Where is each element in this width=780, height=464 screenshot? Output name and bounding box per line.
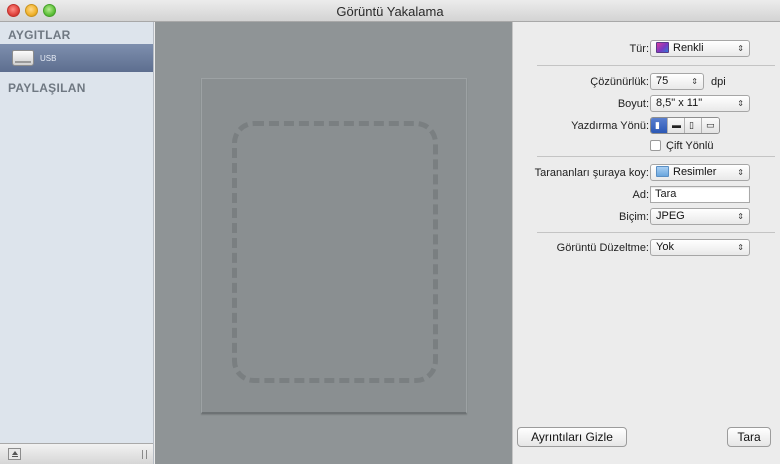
- correction-row: Görüntü Düzeltme: Yok ⇕: [513, 239, 780, 257]
- eject-icon[interactable]: [8, 448, 21, 460]
- orientation-label: Yazdırma Yönü:: [571, 120, 649, 132]
- preview-paper: [201, 78, 467, 414]
- resolution-row: Çözünürlük: 75 ⇕ dpi: [513, 73, 780, 91]
- folder-icon: [656, 166, 669, 177]
- divider: [537, 232, 775, 233]
- resolution-combobox[interactable]: 75 ⇕: [650, 73, 704, 90]
- destination-value: Resimler: [673, 166, 717, 178]
- divider: [537, 65, 775, 66]
- image-capture-window: Görüntü Yakalama AYGITLAR USB PAYLAŞILAN…: [0, 0, 780, 464]
- correction-value: Yok: [656, 241, 674, 253]
- device-label: USB: [40, 54, 57, 63]
- format-popup[interactable]: JPEG ⇕: [650, 208, 750, 225]
- size-row: Boyut: 8,5" x 11" ⇕: [513, 95, 780, 113]
- duplex-label: Çift Yönlü: [666, 140, 714, 152]
- scan-area-placeholder: [232, 121, 438, 383]
- duplex-row: Çift Yönlü: [513, 138, 780, 156]
- duplex-checkbox[interactable]: [650, 140, 661, 151]
- orientation-segmented-control: ▮ ▬ ▯ ▭: [650, 117, 720, 134]
- popup-arrow-icon: ⇕: [737, 99, 744, 108]
- title-bar: Görüntü Yakalama: [0, 0, 780, 22]
- name-field[interactable]: Tara: [650, 186, 750, 203]
- format-row: Biçim: JPEG ⇕: [513, 208, 780, 226]
- resolution-label: Çözünürlük:: [590, 76, 649, 88]
- name-row: Ad: Tara: [513, 186, 780, 204]
- size-value: 8,5" x 11": [656, 97, 703, 109]
- usb-drive-icon: [12, 50, 34, 66]
- color-icon: [656, 42, 669, 53]
- correction-popup[interactable]: Yok ⇕: [650, 239, 750, 256]
- popup-arrow-icon: ⇕: [737, 212, 744, 221]
- popup-arrow-icon: ⇕: [737, 44, 744, 53]
- format-label: Biçim:: [619, 211, 649, 223]
- popup-arrow-icon: ⇕: [737, 243, 744, 252]
- type-row: Tür: Renkli ⇕: [513, 40, 780, 58]
- resolution-value: 75: [656, 75, 669, 87]
- type-popup[interactable]: Renkli ⇕: [650, 40, 750, 57]
- portrait-icon[interactable]: ▮: [651, 118, 668, 133]
- size-popup[interactable]: 8,5" x 11" ⇕: [650, 95, 750, 112]
- popup-arrow-icon: ⇕: [691, 77, 698, 86]
- shared-header: PAYLAŞILAN: [8, 81, 86, 95]
- divider: [537, 156, 775, 157]
- landscape-left-icon[interactable]: ▬: [668, 118, 685, 133]
- scan-preview-area: [155, 22, 512, 464]
- format-value: JPEG: [656, 210, 685, 222]
- sidebar-item-usb-device[interactable]: USB: [0, 44, 153, 72]
- type-value: Renkli: [673, 42, 704, 54]
- landscape-right-icon[interactable]: ▭: [702, 118, 719, 133]
- window-title: Görüntü Yakalama: [336, 4, 444, 19]
- resize-grip-icon[interactable]: [142, 450, 147, 459]
- destination-popup[interactable]: Resimler ⇕: [650, 164, 750, 181]
- size-label: Boyut:: [617, 98, 649, 110]
- destination-row: Tarananları şuraya koy: Resimler ⇕: [513, 164, 780, 182]
- name-label: Ad:: [632, 189, 649, 201]
- scan-settings-panel: Tür: Renkli ⇕ Çözünürlük: 75 ⇕ dpi Boyut…: [512, 22, 780, 464]
- orientation-row: Yazdırma Yönü: ▮ ▬ ▯ ▭: [513, 117, 780, 135]
- resolution-unit: dpi: [711, 76, 726, 88]
- scan-button[interactable]: Tara: [727, 427, 771, 447]
- sidebar: AYGITLAR USB PAYLAŞILAN: [0, 22, 154, 464]
- hide-details-button[interactable]: Ayrıntıları Gizle: [517, 427, 627, 447]
- popup-arrow-icon: ⇕: [737, 168, 744, 177]
- sidebar-footer: [0, 443, 153, 464]
- correction-label: Görüntü Düzeltme:: [556, 242, 649, 254]
- type-label: Tür:: [629, 43, 649, 55]
- destination-label: Tarananları şuraya koy:: [534, 167, 649, 179]
- devices-header: AYGITLAR: [8, 28, 71, 42]
- portrait-flipped-icon[interactable]: ▯: [685, 118, 702, 133]
